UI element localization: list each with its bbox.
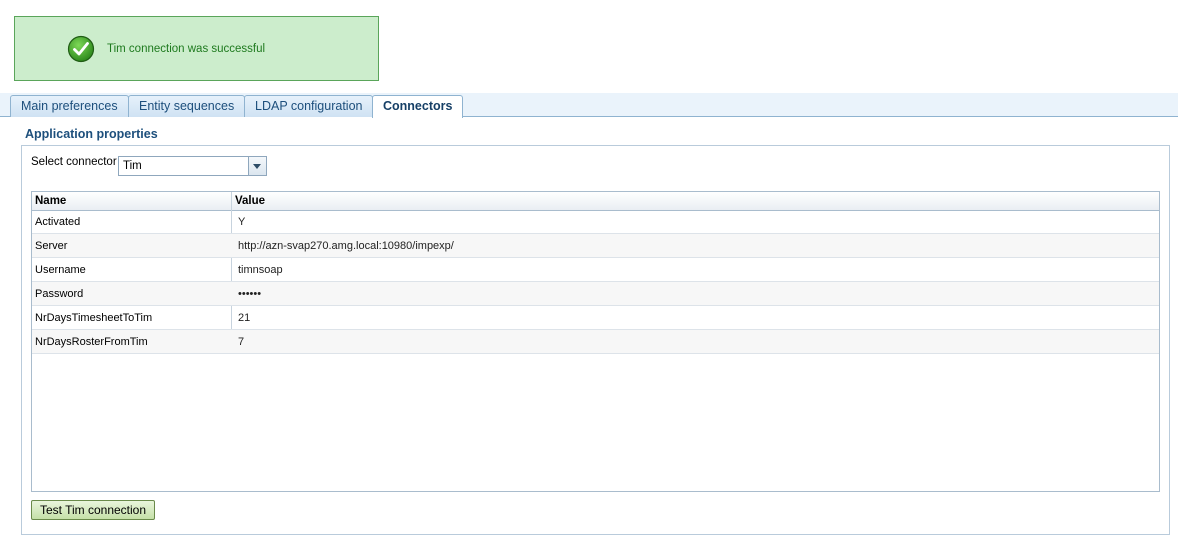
connector-select[interactable]: Tim <box>118 156 267 176</box>
table-row[interactable]: NrDaysRosterFromTim 7 <box>32 330 1159 354</box>
section-title: Application properties <box>25 127 158 141</box>
tab-main-preferences[interactable]: Main preferences <box>10 95 129 117</box>
properties-table: Name Value Activated Y Server http://azn… <box>31 191 1160 492</box>
row-name: Server <box>35 240 68 252</box>
row-value: http://azn-svap270.amg.local:10980/impex… <box>238 240 454 252</box>
table-row[interactable]: Server http://azn-svap270.amg.local:1098… <box>32 234 1159 258</box>
table-row[interactable]: Activated Y <box>32 210 1159 234</box>
row-value: •••••• <box>238 288 262 300</box>
row-name: Username <box>35 264 86 276</box>
row-name: Password <box>35 288 84 300</box>
tab-ldap-configuration[interactable]: LDAP configuration <box>244 95 374 117</box>
row-value: 7 <box>238 336 245 348</box>
success-message: Tim connection was successful <box>14 16 379 81</box>
check-circle-icon <box>67 35 95 63</box>
row-name: NrDaysRosterFromTim <box>35 336 148 348</box>
column-header-value[interactable]: Value <box>235 195 265 207</box>
tab-connectors[interactable]: Connectors <box>372 95 464 118</box>
table-row[interactable]: Password •••••• <box>32 282 1159 306</box>
row-value: 21 <box>238 312 251 324</box>
table-row[interactable]: Username timnsoap <box>32 258 1159 282</box>
connector-select-value: Tim <box>123 160 142 172</box>
tab-entity-sequences[interactable]: Entity sequences <box>128 95 246 117</box>
table-header: Name Value <box>32 192 1159 211</box>
row-value: timnsoap <box>238 264 283 276</box>
test-tim-connection-button[interactable]: Test Tim connection <box>31 500 155 520</box>
select-connector-label: Select connector <box>31 156 117 168</box>
table-row[interactable]: NrDaysTimesheetToTim 21 <box>32 306 1159 330</box>
row-name: Activated <box>35 216 81 228</box>
success-message-text: Tim connection was successful <box>107 43 266 55</box>
column-header-name[interactable]: Name <box>35 195 66 207</box>
row-name: NrDaysTimesheetToTim <box>35 312 153 324</box>
chevron-down-icon[interactable] <box>248 157 266 175</box>
row-value: Y <box>238 216 246 228</box>
